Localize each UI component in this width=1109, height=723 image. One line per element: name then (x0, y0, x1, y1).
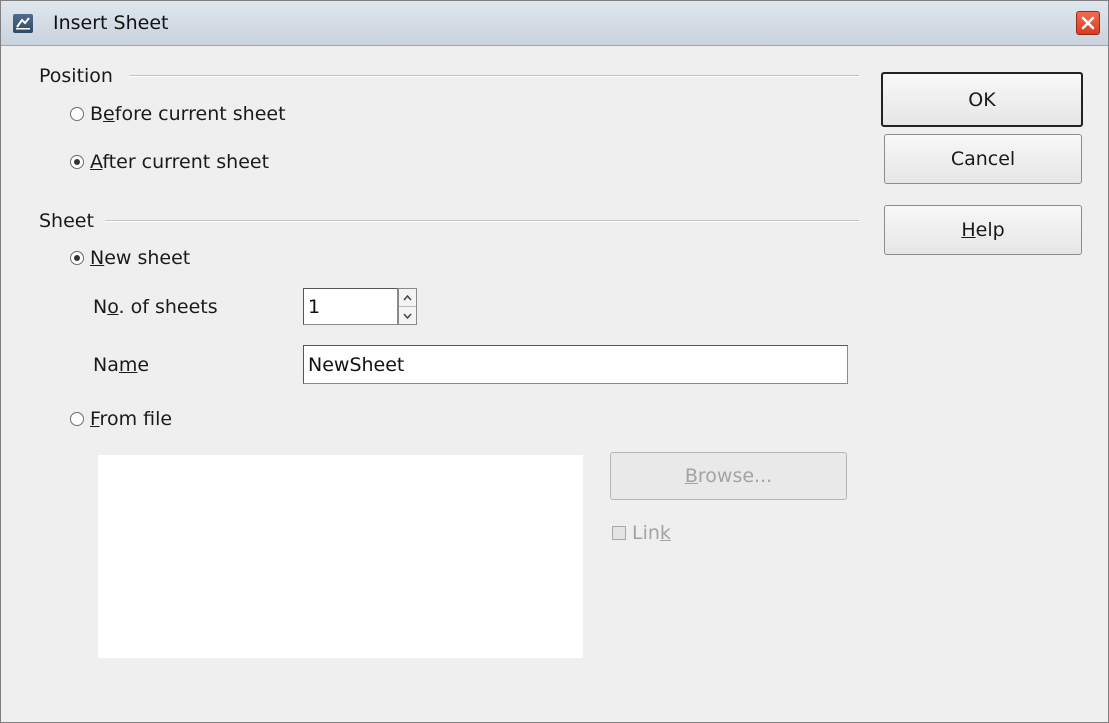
sheet-separator (105, 220, 859, 222)
from-file-radio[interactable] (70, 412, 84, 426)
from-file-label: From file (90, 408, 173, 430)
new-sheet-radio[interactable] (70, 251, 84, 265)
after-current-sheet-label: After current sheet (90, 151, 270, 173)
radio-before-current-sheet[interactable]: Before current sheet (70, 103, 286, 125)
sheet-name-input[interactable] (303, 345, 848, 384)
help-button[interactable]: Help (884, 205, 1082, 255)
sheet-count-input[interactable] (303, 288, 398, 325)
ok-button[interactable]: OK (881, 72, 1083, 127)
radio-new-sheet[interactable]: New sheet (70, 247, 190, 269)
position-separator (129, 75, 859, 77)
link-checkbox[interactable] (612, 526, 626, 540)
stepper-up-arrow-icon[interactable] (399, 289, 416, 307)
before-current-sheet-label: Before current sheet (90, 103, 286, 125)
link-label: Link (632, 522, 671, 544)
close-icon[interactable] (1076, 11, 1100, 35)
stepper-down-arrow-icon[interactable] (399, 307, 416, 324)
app-icon (13, 14, 33, 33)
before-current-sheet-radio[interactable] (70, 107, 84, 121)
link-checkbox-row[interactable]: Link (612, 522, 671, 544)
window-title: Insert Sheet (53, 12, 169, 34)
after-current-sheet-radio[interactable] (70, 155, 84, 169)
browse-button[interactable]: Browse... (610, 452, 847, 500)
insert-sheet-dialog: Insert Sheet Position Before current she… (0, 0, 1109, 723)
sheet-count-label: No. of sheets (93, 296, 218, 318)
file-preview-list[interactable] (98, 455, 583, 658)
radio-after-current-sheet[interactable]: After current sheet (70, 151, 269, 173)
new-sheet-label: New sheet (90, 247, 191, 269)
radio-from-file[interactable]: From file (70, 408, 172, 430)
title-bar[interactable]: Insert Sheet (1, 1, 1108, 46)
cancel-button[interactable]: Cancel (884, 134, 1082, 184)
sheet-count-stepper[interactable] (398, 288, 417, 325)
sheet-name-label: Name (93, 354, 150, 376)
position-group-label: Position (39, 65, 113, 87)
sheet-group-label: Sheet (39, 210, 94, 232)
